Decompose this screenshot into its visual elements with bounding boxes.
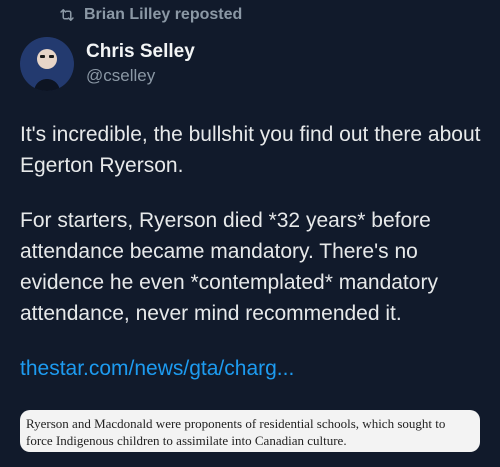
post-link[interactable]: thestar.com/news/gta/charg...: [20, 353, 294, 384]
post-paragraph-1: It's incredible, the bullshit you find o…: [20, 123, 481, 177]
repost-icon: [58, 6, 76, 24]
caption-text: Ryerson and Macdonald were proponents of…: [26, 416, 446, 448]
repost-indicator[interactable]: Brian Lilley reposted: [58, 4, 242, 26]
author-block[interactable]: Chris Selley @cselley: [86, 41, 195, 87]
avatar[interactable]: [20, 37, 74, 91]
image-caption: Ryerson and Macdonald were proponents of…: [20, 410, 480, 452]
author-name[interactable]: Chris Selley: [86, 41, 195, 63]
post-paragraph-2: For starters, Ryerson died *32 years* be…: [20, 209, 438, 325]
post-card: Brian Lilley reposted Chris Selley @csel…: [0, 0, 500, 467]
author-handle[interactable]: @cselley: [86, 65, 195, 87]
post-text: It's incredible, the bullshit you find o…: [20, 119, 490, 353]
repost-label: Brian Lilley reposted: [84, 6, 243, 23]
